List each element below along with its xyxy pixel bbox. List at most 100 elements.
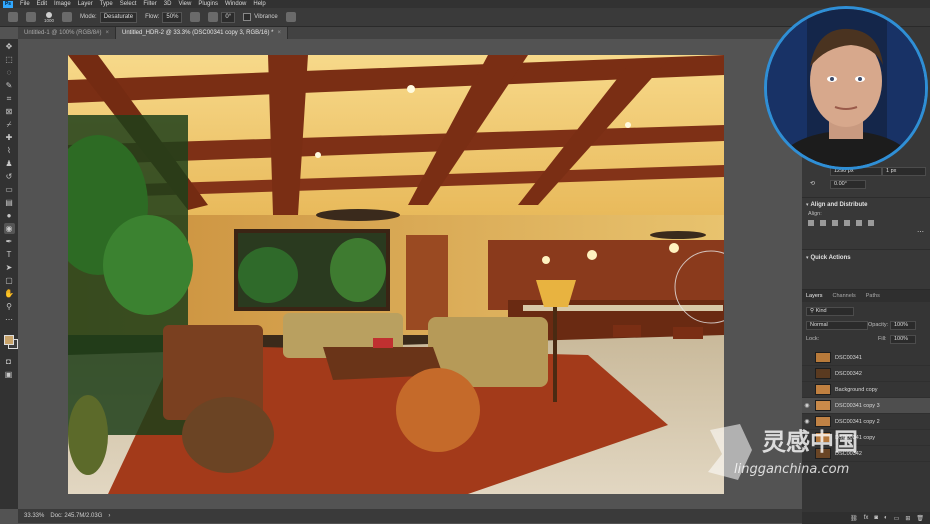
link-layers-icon[interactable]: ⛓	[850, 515, 858, 522]
chevron-down-icon: ▾	[806, 255, 809, 261]
menu-help[interactable]: Help	[253, 0, 265, 8]
more-tools-icon[interactable]: ⋯	[4, 314, 15, 325]
presenter-face	[767, 9, 925, 167]
layer-thumbnail	[815, 368, 831, 379]
history-brush-tool-icon[interactable]: ↺	[4, 171, 15, 182]
align-left-icon[interactable]	[808, 220, 814, 226]
menu-layer[interactable]: Layer	[78, 0, 93, 8]
filter-kind-select[interactable]: ⚲ Kind	[806, 307, 854, 316]
align-buttons-row	[802, 220, 930, 226]
shape-tool-icon[interactable]: ▢	[4, 275, 15, 286]
vibrance-checkbox[interactable]	[243, 13, 252, 21]
zoom-tool-icon[interactable]: ⚲	[4, 301, 15, 312]
new-group-icon[interactable]: ▭	[894, 515, 900, 522]
align-label: Align:	[808, 211, 822, 217]
home-icon[interactable]	[8, 12, 18, 22]
zoom-level[interactable]: 33.33%	[24, 513, 44, 519]
align-top-icon[interactable]	[844, 220, 850, 226]
tab-label: Untitled-1 @ 100% (RGB/8#)	[24, 30, 102, 36]
move-tool-icon[interactable]: ✥	[4, 41, 15, 52]
document-size[interactable]: Doc: 245.7M/2.03G	[50, 513, 102, 519]
menu-view[interactable]: View	[178, 0, 191, 8]
tab-layers[interactable]: Layers	[806, 293, 823, 299]
layer-name: DSC00341	[835, 354, 862, 361]
quick-actions-title: Quick Actions	[810, 255, 851, 261]
brush-preset-picker[interactable]: 1000	[44, 11, 54, 23]
more-options-icon[interactable]: ⋯	[802, 228, 930, 236]
document-canvas[interactable]	[68, 55, 724, 494]
healing-brush-tool-icon[interactable]: ✚	[4, 132, 15, 143]
flow-input[interactable]: 50%	[162, 11, 183, 23]
tab-label: Untitled_HDR-2 @ 33.3% (DSC00341 copy 3,…	[121, 30, 274, 36]
menu-window[interactable]: Window	[225, 0, 246, 8]
brush-tool-icon[interactable]: ⌇	[4, 145, 15, 156]
photoshop-logo-icon[interactable]: Ps	[3, 0, 13, 8]
clone-stamp-tool-icon[interactable]: ♟	[4, 158, 15, 169]
layer-name: Background copy	[835, 386, 878, 393]
layer-row[interactable]: Background copy	[802, 382, 930, 398]
align-center-icon[interactable]	[820, 220, 826, 226]
close-icon[interactable]: ×	[277, 30, 281, 36]
brush-settings-icon[interactable]	[62, 12, 73, 22]
tab-channels[interactable]: Channels	[833, 293, 856, 299]
type-tool-icon[interactable]: T	[4, 249, 15, 260]
gradient-tool-icon[interactable]: ▤	[4, 197, 15, 208]
layer-name: DSC00341 copy 3	[835, 402, 880, 409]
align-right-icon[interactable]	[832, 220, 838, 226]
pressure-size-icon[interactable]	[285, 12, 296, 22]
menu-plugins[interactable]: Plugins	[198, 0, 218, 8]
opacity-input[interactable]: 100%	[890, 321, 916, 330]
layer-name: DSC00342	[835, 370, 862, 377]
options-bar: 1000 Mode: Desaturate Flow: 50% 0° Vibra…	[0, 8, 930, 27]
menu-edit[interactable]: Edit	[37, 0, 47, 8]
menu-image[interactable]: Image	[54, 0, 71, 8]
lasso-tool-icon[interactable]: ◌	[4, 67, 15, 78]
chevron-right-icon[interactable]: ›	[108, 513, 110, 519]
frame-tool-icon[interactable]: ⊠	[4, 106, 15, 117]
angle-field[interactable]: 0.00°	[830, 180, 866, 189]
menu-filter[interactable]: Filter	[143, 0, 156, 8]
fill-label: Fill:	[878, 336, 887, 342]
screen-mode-icon[interactable]: ▣	[3, 369, 14, 380]
align-distribute-header[interactable]: ▾ Align and Distribute	[802, 201, 930, 208]
menu-3d[interactable]: 3D	[164, 0, 172, 8]
eraser-tool-icon[interactable]: ▭	[4, 184, 15, 195]
pen-tool-icon[interactable]: ✒	[4, 236, 15, 247]
close-icon[interactable]: ×	[105, 30, 109, 36]
new-layer-icon[interactable]: ⊞	[905, 515, 910, 522]
adjustment-layer-icon[interactable]: ◐	[884, 515, 888, 521]
layer-row[interactable]: ◉ DSC00341 copy 3	[802, 398, 930, 414]
delete-layer-icon[interactable]: 🗑	[916, 515, 924, 522]
foreground-color-swatch[interactable]	[4, 335, 14, 345]
align-middle-icon[interactable]	[856, 220, 862, 226]
quick-actions-header[interactable]: ▾ Quick Actions	[802, 254, 930, 261]
angle-input[interactable]: 0°	[221, 11, 236, 23]
add-mask-icon[interactable]: ◙	[874, 515, 878, 521]
eyedropper-tool-icon[interactable]: ⌿	[4, 119, 15, 130]
fx-icon[interactable]: fx	[864, 515, 869, 521]
menu-type[interactable]: Type	[100, 0, 113, 8]
tab-untitled-1[interactable]: Untitled-1 @ 100% (RGB/8#) ×	[18, 27, 116, 39]
align-bottom-icon[interactable]	[868, 220, 874, 226]
path-selection-tool-icon[interactable]: ➤	[4, 262, 15, 273]
tab-paths[interactable]: Paths	[866, 293, 880, 299]
blur-tool-icon[interactable]: ●	[4, 210, 15, 221]
menu-file[interactable]: File	[20, 0, 30, 8]
blend-mode-select[interactable]: Normal	[806, 321, 868, 330]
sponge-tool-icon[interactable]: ◉	[3, 223, 15, 234]
quick-mask-icon[interactable]: ◘	[3, 356, 14, 367]
hand-tool-icon[interactable]: ✋	[4, 288, 15, 299]
visibility-eye-icon[interactable]: ◉	[802, 402, 812, 409]
height-field[interactable]: 1 px	[882, 167, 926, 176]
crop-tool-icon[interactable]: ⌗	[4, 93, 15, 104]
menu-select[interactable]: Select	[120, 0, 137, 8]
layer-row[interactable]: DSC00341	[802, 350, 930, 366]
mode-select[interactable]: Desaturate	[99, 11, 138, 23]
marquee-tool-icon[interactable]: ⬚	[4, 54, 15, 65]
tab-untitled-hdr-2[interactable]: Untitled_HDR-2 @ 33.3% (DSC00341 copy 3,…	[115, 27, 288, 39]
fill-input[interactable]: 100%	[890, 335, 916, 344]
layer-row[interactable]: DSC00342	[802, 366, 930, 382]
quick-select-tool-icon[interactable]: ✎	[4, 80, 15, 91]
airbrush-icon[interactable]	[190, 12, 201, 22]
sponge-tool-preset-icon[interactable]	[26, 12, 36, 22]
